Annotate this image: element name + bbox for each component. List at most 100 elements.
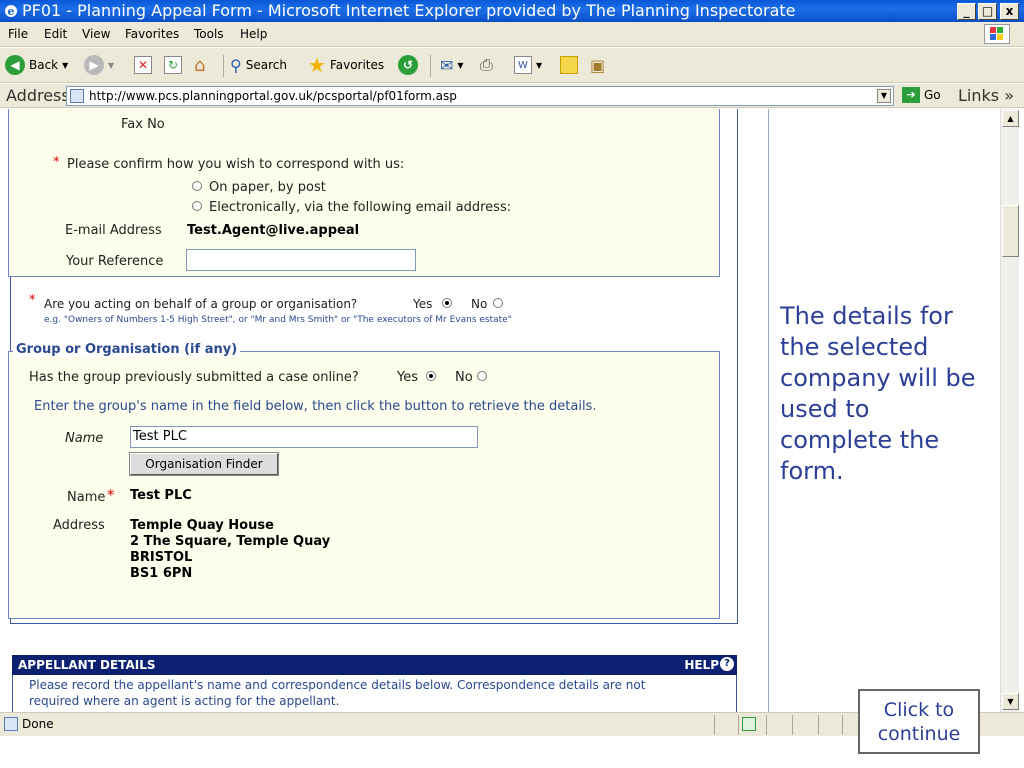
ie-logo-icon: e bbox=[5, 5, 17, 18]
vertical-scrollbar[interactable]: ▲ ▼ bbox=[1000, 109, 1019, 712]
page-content: Fax No * Please confirm how you wish to … bbox=[0, 109, 1000, 712]
scroll-thumb[interactable] bbox=[1002, 205, 1019, 257]
radio-paper[interactable] bbox=[192, 181, 202, 191]
group-name-input[interactable]: Test PLC bbox=[130, 426, 478, 448]
appellant-text-2: required where an agent is acting for th… bbox=[29, 694, 340, 708]
chevron-down-icon: ▼ bbox=[62, 60, 69, 70]
contact-section: Fax No * Please confirm how you wish to … bbox=[8, 109, 720, 277]
refresh-icon: ↻ bbox=[164, 56, 182, 74]
search-button[interactable]: ⚲ Search bbox=[230, 54, 287, 76]
page-icon bbox=[70, 89, 84, 103]
right-panel-divider bbox=[768, 109, 769, 712]
help-icon[interactable]: ? bbox=[720, 657, 734, 671]
address-url: http://www.pcs.planningportal.gov.uk/pcs… bbox=[89, 89, 457, 103]
reference-label: Your Reference bbox=[66, 254, 164, 269]
address-label: Address bbox=[6, 86, 70, 105]
menu-help[interactable]: Help bbox=[240, 27, 267, 41]
window-title: PF01 - Planning Appeal Form - Microsoft … bbox=[22, 1, 796, 20]
email-value: Test.Agent@live.appeal bbox=[187, 223, 360, 238]
reference-input[interactable] bbox=[186, 249, 416, 271]
status-separator bbox=[818, 715, 819, 735]
menu-view[interactable]: View bbox=[82, 27, 110, 41]
radio-previous-no[interactable] bbox=[477, 371, 487, 381]
option-email-label: Electronically, via the following email … bbox=[209, 200, 512, 215]
home-button[interactable]: ⌂ bbox=[194, 54, 205, 76]
menu-file[interactable]: File bbox=[8, 27, 28, 41]
menu-favorites[interactable]: Favorites bbox=[125, 27, 179, 41]
printer-icon: ⎙ bbox=[480, 55, 493, 74]
scroll-down-icon[interactable]: ▼ bbox=[1002, 693, 1019, 710]
back-button[interactable]: ◀ Back ▼ bbox=[5, 54, 68, 76]
radio-previous-yes[interactable] bbox=[426, 371, 436, 381]
organisation-finder-button[interactable]: Organisation Finder bbox=[129, 452, 279, 476]
scroll-up-icon[interactable]: ▲ bbox=[1002, 110, 1019, 127]
status-separator bbox=[738, 715, 739, 735]
search-icon: ⚲ bbox=[230, 55, 242, 75]
star-icon: ★ bbox=[308, 53, 326, 77]
security-icon bbox=[742, 717, 756, 731]
appellant-body: Please record the appellant's name and c… bbox=[12, 675, 737, 712]
group-no-label: No bbox=[471, 297, 488, 311]
status-separator bbox=[714, 715, 715, 735]
svg-text:e: e bbox=[8, 5, 15, 18]
go-arrow-icon: ➔ bbox=[902, 87, 920, 103]
previous-yes-label: Yes bbox=[397, 370, 418, 385]
address-line-3: BRISTOL bbox=[130, 550, 193, 565]
radio-email[interactable] bbox=[192, 201, 202, 211]
address-line-1: Temple Quay House bbox=[130, 518, 274, 533]
research-icon: ▣ bbox=[590, 55, 606, 75]
toolbar: ◀ Back ▼ ▶ ▼ ✕ ↻ ⌂ ⚲ Search ★ Favorites … bbox=[0, 48, 1024, 83]
address-label: Address bbox=[53, 518, 105, 533]
stop-button[interactable]: ✕ bbox=[134, 54, 152, 76]
option-paper-label: On paper, by post bbox=[209, 180, 326, 195]
forward-button[interactable]: ▶ ▼ bbox=[84, 54, 114, 76]
chevron-down-icon[interactable]: ▼ bbox=[877, 89, 891, 103]
address-line-4: BS1 6PN bbox=[130, 566, 193, 581]
back-arrow-icon: ◀ bbox=[5, 55, 25, 75]
history-button[interactable]: ↺ bbox=[398, 54, 418, 76]
radio-group-yes[interactable] bbox=[442, 298, 452, 308]
fax-label: Fax No bbox=[121, 117, 165, 132]
favorites-button[interactable]: ★ Favorites bbox=[308, 53, 385, 77]
research-button[interactable]: ▣ bbox=[590, 54, 605, 76]
refresh-button[interactable]: ↻ bbox=[164, 54, 182, 76]
required-star: * bbox=[53, 155, 60, 170]
history-icon: ↺ bbox=[398, 55, 418, 75]
chevron-down-icon: ▼ bbox=[108, 60, 115, 70]
menu-edit[interactable]: Edit bbox=[44, 27, 67, 41]
close-button[interactable]: x bbox=[1000, 3, 1019, 20]
search-label: Search bbox=[245, 58, 287, 72]
callout-text: The details for the selected company wil… bbox=[780, 302, 976, 485]
chevron-down-icon: ▼ bbox=[457, 60, 464, 70]
edit-button[interactable]: W ▼ bbox=[514, 54, 542, 76]
result-name-value: Test PLC bbox=[130, 488, 192, 503]
group-instruction: Enter the group's name in the field belo… bbox=[34, 399, 597, 414]
status-separator bbox=[792, 715, 793, 735]
mail-icon: ✉ bbox=[440, 55, 454, 75]
group-previous-question: Has the group previously submitted a cas… bbox=[29, 370, 359, 385]
address-bar: Address http://www.pcs.planningportal.go… bbox=[0, 84, 1024, 108]
status-text: Done bbox=[22, 717, 54, 731]
help-link[interactable]: HELP bbox=[684, 658, 719, 672]
favorites-label: Favorites bbox=[329, 58, 385, 72]
continue-button[interactable]: Click to continue bbox=[858, 689, 980, 754]
print-button[interactable]: ⎙ bbox=[480, 54, 493, 76]
links-label: Links bbox=[958, 86, 1000, 105]
minimize-button[interactable]: _ bbox=[957, 3, 976, 20]
toolbar-separator bbox=[430, 55, 431, 77]
go-label: Go bbox=[924, 88, 941, 102]
forward-arrow-icon: ▶ bbox=[84, 55, 104, 75]
go-button[interactable]: ➔ Go bbox=[902, 87, 941, 103]
discuss-button[interactable] bbox=[560, 54, 578, 76]
address-input[interactable]: http://www.pcs.planningportal.gov.uk/pcs… bbox=[66, 86, 894, 106]
name-label: Name bbox=[65, 431, 104, 446]
menu-tools[interactable]: Tools bbox=[194, 27, 224, 41]
mail-button[interactable]: ✉ ▼ bbox=[440, 54, 464, 76]
required-star: * bbox=[107, 486, 115, 504]
radio-group-no[interactable] bbox=[493, 298, 503, 308]
group-section: Group or Organisation (if any) Has the g… bbox=[8, 342, 720, 619]
links-button[interactable]: Links » bbox=[958, 86, 1014, 105]
back-label: Back bbox=[29, 58, 59, 72]
result-name-label: Name bbox=[67, 490, 106, 505]
maximize-button[interactable]: □ bbox=[978, 3, 997, 20]
